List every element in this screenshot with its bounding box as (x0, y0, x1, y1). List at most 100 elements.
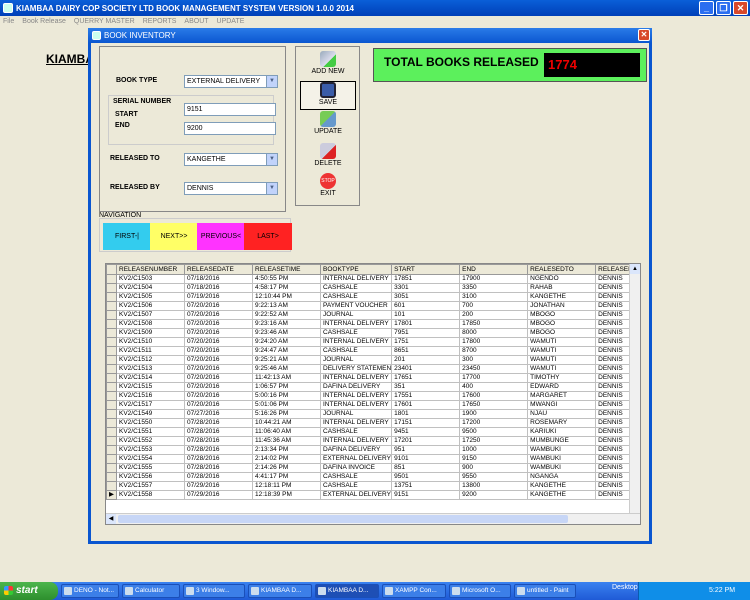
row-selector[interactable] (106, 481, 117, 491)
row-selector[interactable] (106, 355, 117, 365)
row-selector[interactable] (106, 364, 117, 374)
row-selector[interactable] (106, 328, 117, 338)
menu-about[interactable]: ABOUT (184, 18, 208, 25)
table-row[interactable]: KV2/C1511 07/20/2016 9:24:47 AM CASHSALE 865… (106, 346, 637, 356)
taskbar-item[interactable]: untitled - Paint (514, 584, 576, 598)
first-button[interactable]: FIRST-| (103, 223, 151, 250)
row-selector[interactable] (106, 400, 117, 410)
column-header[interactable]: RELEASENUMBER (116, 264, 185, 275)
menu-file[interactable]: File (3, 18, 14, 25)
column-header[interactable]: END (459, 264, 529, 275)
scroll-left-icon[interactable]: ◀ (106, 514, 116, 524)
column-header[interactable]: REALESEDTO (527, 264, 597, 275)
table-row[interactable]: KV2/C1510 07/20/2016 9:24:20 AM INTERNAL DE… (106, 337, 637, 347)
chevron-down-icon[interactable]: ▼ (266, 183, 277, 194)
row-selector[interactable] (106, 337, 117, 347)
column-header[interactable]: BOOKTYPE (319, 264, 393, 275)
table-row[interactable]: KV2/C1509 07/20/2016 9:23:46 AM CASHSALE 795… (106, 328, 637, 338)
row-selector[interactable] (106, 463, 117, 473)
chevron-down-icon[interactable]: ▼ (266, 154, 277, 165)
table-row[interactable]: KV2/C1551 07/28/2016 11:06:40 AM CASHSALE 94… (106, 427, 637, 437)
row-selector[interactable] (106, 346, 117, 356)
taskbar-item[interactable]: KIAMBAA D... (315, 584, 379, 598)
table-row[interactable]: KV2/C1550 07/28/2016 10:44:21 AM INTERNAL D… (106, 418, 637, 428)
row-selector[interactable] (106, 382, 117, 392)
last-button[interactable]: LAST> (244, 223, 292, 250)
book-type-select[interactable]: EXTERNAL DELIVERY ▼ (184, 75, 278, 88)
release-data-grid[interactable]: RELEASENUMBER RELEASEDATE RELEASETIME BOOKT… (105, 263, 641, 525)
child-close-button[interactable]: ✕ (638, 29, 650, 41)
delete-button[interactable]: DELETE (300, 143, 356, 172)
desktop-toolbar-label[interactable]: Desktop (612, 584, 638, 591)
table-row[interactable]: KV2/C1503 07/18/2016 4:50:55 PM INTERNAL DE… (106, 274, 637, 284)
row-selector[interactable] (106, 283, 117, 293)
previous-button[interactable]: PREVIOUS< (197, 223, 245, 250)
chevron-down-icon[interactable]: ▼ (266, 76, 277, 87)
row-selector[interactable] (106, 418, 117, 428)
row-selector[interactable] (106, 391, 117, 401)
taskbar-item[interactable]: KIAMBAA D... (248, 584, 312, 598)
table-row[interactable]: ▶ KV2/C1558 07/29/2016 12:18:39 PM EXTERNAL … (106, 490, 637, 500)
table-row[interactable]: KV2/C1507 07/20/2016 9:22:52 AM JOURNAL 101 2… (106, 310, 637, 320)
table-row[interactable]: KV2/C1515 07/20/2016 1:06:57 PM DAFINA DELI… (106, 382, 637, 392)
table-row[interactable]: KV2/C1517 07/20/2016 5:01:06 PM INTERNAL DE… (106, 400, 637, 410)
menu-querry-master[interactable]: QUERRY MASTER (74, 18, 135, 25)
end-input[interactable]: 9200 (184, 122, 276, 135)
table-row[interactable]: KV2/C1508 07/20/2016 9:23:16 AM INTERNAL DE… (106, 319, 637, 329)
taskbar-item[interactable]: Calculator (122, 584, 180, 598)
released-to-select[interactable]: KANGETHE ▼ (184, 153, 278, 166)
taskbar-item[interactable]: 3 Window... (183, 584, 245, 598)
row-selector[interactable]: ▶ (106, 490, 117, 500)
row-selector[interactable] (106, 310, 117, 320)
start-button[interactable]: start (0, 582, 58, 600)
row-selector[interactable] (106, 292, 117, 302)
horizontal-scrollbar[interactable]: ◀ (106, 513, 640, 524)
update-button[interactable]: UPDATE (300, 111, 356, 140)
table-row[interactable]: KV2/C1552 07/28/2016 11:45:36 AM INTERNAL D… (106, 436, 637, 446)
scroll-up-icon[interactable]: ▲ (630, 264, 640, 274)
row-selector[interactable] (106, 301, 117, 311)
minimize-button[interactable]: _ (699, 1, 714, 15)
table-row[interactable]: KV2/C1506 07/20/2016 9:22:13 AM PAYMENT VOU… (106, 301, 637, 311)
table-row[interactable]: KV2/C1554 07/28/2016 2:14:02 PM EXTERNAL DE… (106, 454, 637, 464)
row-selector[interactable] (106, 445, 117, 455)
start-input[interactable]: 9151 (184, 103, 276, 116)
taskbar-item[interactable]: DENO - Not... (61, 584, 119, 598)
table-row[interactable]: KV2/C1549 07/27/2016 5:16:26 PM JOURNAL 1801… (106, 409, 637, 419)
horizontal-scroll-thumb[interactable] (118, 515, 568, 523)
menu-update[interactable]: UPDATE (217, 18, 245, 25)
table-row[interactable]: KV2/C1555 07/28/2016 2:14:26 PM DAFINA INVO… (106, 463, 637, 473)
table-row[interactable]: KV2/C1513 07/20/2016 9:25:46 AM DELIVERY ST… (106, 364, 637, 374)
row-selector[interactable] (106, 427, 117, 437)
released-by-select[interactable]: DENNIS ▼ (184, 182, 278, 195)
row-selector[interactable] (106, 274, 117, 284)
add-new-button[interactable]: ADD NEW (300, 51, 356, 80)
row-selector[interactable] (106, 472, 117, 482)
taskbar-item[interactable]: Microsoft O... (449, 584, 511, 598)
exit-button[interactable]: STOP EXIT (300, 173, 356, 202)
menu-reports[interactable]: REPORTS (143, 18, 177, 25)
menu-book-release[interactable]: Book Release (22, 18, 66, 25)
save-button[interactable]: SAVE (300, 81, 356, 110)
row-selector[interactable] (106, 409, 117, 419)
table-row[interactable]: KV2/C1504 07/18/2016 4:58:17 PM CASHSALE 330… (106, 283, 637, 293)
row-selector[interactable] (106, 319, 117, 329)
close-button[interactable]: ✕ (733, 1, 748, 15)
table-row[interactable]: KV2/C1505 07/19/2016 12:10:44 PM CASHSALE 30… (106, 292, 637, 302)
table-row[interactable]: KV2/C1556 07/28/2016 4:41:17 PM CASHSALE 950… (106, 472, 637, 482)
vertical-scrollbar[interactable]: ▲ (629, 264, 640, 514)
table-row[interactable]: KV2/C1557 07/29/2016 12:18:11 PM CASHSALE 13… (106, 481, 637, 491)
table-row[interactable]: KV2/C1553 07/28/2016 2:13:34 PM DAFINA DELI… (106, 445, 637, 455)
column-header[interactable]: RELEASETIME (252, 264, 321, 275)
table-row[interactable]: KV2/C1512 07/20/2016 9:25:21 AM JOURNAL 201 3… (106, 355, 637, 365)
column-header[interactable]: RELEASEDATE (184, 264, 253, 275)
taskbar-item[interactable]: XAMPP Con... (382, 584, 446, 598)
next-button[interactable]: NEXT>> (150, 223, 198, 250)
restore-button[interactable]: ❐ (716, 1, 731, 15)
column-header[interactable]: START (391, 264, 461, 275)
row-selector[interactable] (106, 373, 117, 383)
row-selector[interactable] (106, 436, 117, 446)
table-row[interactable]: KV2/C1516 07/20/2016 5:00:16 PM INTERNAL DE… (106, 391, 637, 401)
row-selector[interactable] (106, 454, 117, 464)
table-row[interactable]: KV2/C1514 07/20/2016 11:42:13 AM INTERNAL D… (106, 373, 637, 383)
